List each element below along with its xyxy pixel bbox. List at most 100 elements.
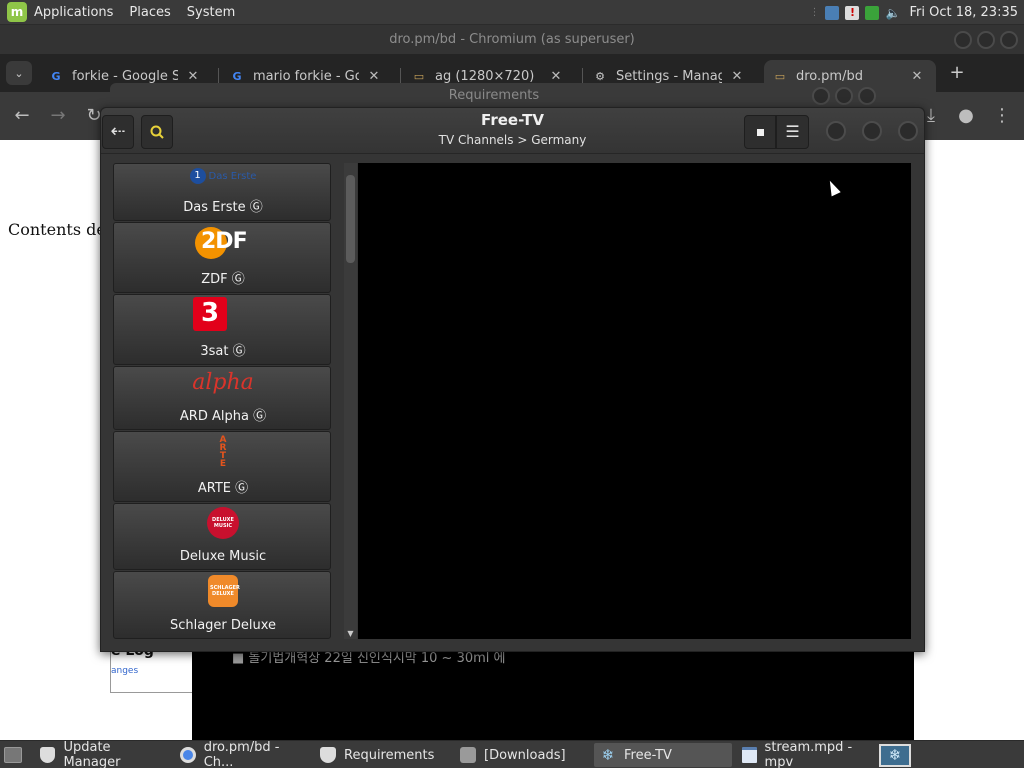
- taskbar-item-chromium[interactable]: dro.pm/bd - Ch...: [174, 740, 310, 768]
- tab-title: mario forkie - Goo: [253, 68, 359, 84]
- new-tab-button[interactable]: +: [948, 62, 966, 83]
- forward-arrow-icon[interactable]: →: [47, 105, 69, 127]
- volume-icon[interactable]: 🔈: [885, 6, 900, 20]
- minimize-button[interactable]: [826, 121, 846, 141]
- network-icon[interactable]: [825, 5, 840, 20]
- taskbar-item-label: dro.pm/bd - Ch...: [203, 740, 280, 768]
- bottom-taskbar: Update Manager dro.pm/bd - Ch... Require…: [0, 740, 1024, 768]
- deluxe-music-logo-text: DELUXE MUSIC: [212, 517, 234, 529]
- scroll-down-arrow-icon[interactable]: ▼: [345, 629, 356, 639]
- clock[interactable]: Fri Oct 18, 23:35: [909, 5, 1018, 20]
- channel-item-schlager-deluxe[interactable]: SCHLAGER DELUXE Schlager Deluxe: [113, 571, 331, 639]
- alert-icon[interactable]: !: [845, 5, 860, 20]
- stop-button[interactable]: [744, 115, 776, 149]
- channel-label: Deluxe Music: [179, 549, 267, 564]
- snowflake-icon: ❄: [888, 746, 902, 764]
- chromium-icon: [180, 747, 196, 763]
- channel-item-deluxe-music[interactable]: DELUXE MUSIC Deluxe Music: [113, 503, 331, 570]
- alpha-logo-text: alpha: [192, 370, 254, 395]
- menu-places[interactable]: Places: [129, 5, 170, 20]
- deluxe-music-logo: DELUXE MUSIC: [114, 507, 331, 539]
- window-icon: [742, 747, 757, 763]
- scrollbar-thumb[interactable]: [346, 175, 355, 263]
- channel-item-ard-alpha[interactable]: alpha ARD Alpha Ⓖ: [113, 366, 331, 430]
- update-shield-icon[interactable]: [865, 5, 880, 20]
- close-icon[interactable]: ✕: [367, 69, 381, 84]
- taskbar-item-label: Free-TV: [624, 747, 672, 763]
- taskbar-item-update-manager[interactable]: Update Manager: [34, 740, 168, 768]
- folder-icon: ▭: [413, 69, 425, 83]
- menu-applications[interactable]: Applications: [34, 5, 113, 20]
- arte-logo: ARTE: [114, 435, 331, 469]
- taskbar-item-downloads[interactable]: [Downloads]: [454, 743, 590, 767]
- system-tray: ⋮ ! 🔈 Fri Oct 18, 23:35: [809, 0, 1024, 25]
- requirements-title: Requirements: [448, 88, 540, 103]
- channel-list-scrollbar[interactable]: ▼: [344, 163, 357, 639]
- channel-item-das-erste[interactable]: 1 Das Erste Das Erste Ⓖ: [113, 163, 331, 221]
- zdf-logo: 2DF: [114, 226, 331, 260]
- minimize-button[interactable]: [812, 86, 830, 105]
- 3sat-logo: 3: [114, 297, 331, 333]
- das-erste-one-icon: 1: [189, 168, 206, 184]
- show-desktop-icon[interactable]: [4, 747, 22, 763]
- requirements-window-controls: [807, 81, 876, 110]
- taskbar-item-label: [Downloads]: [484, 747, 566, 763]
- tab-title: Settings - Manage: [616, 68, 722, 84]
- channel-item-3sat[interactable]: 3 3sat Ⓖ: [113, 294, 331, 365]
- hamburger-menu-button[interactable]: ☰: [776, 115, 809, 149]
- mint-menu-icon[interactable]: m: [7, 2, 27, 22]
- close-icon[interactable]: ✕: [549, 69, 563, 84]
- close-button[interactable]: [1000, 30, 1018, 49]
- channel-label: ARD Alpha Ⓖ: [179, 409, 267, 424]
- maximize-button[interactable]: [835, 86, 853, 105]
- top-panel: m Applications Places System ⋮ ! 🔈 Fri O…: [0, 0, 1024, 25]
- tray-separator-icon: ⋮: [809, 7, 820, 18]
- minimize-button[interactable]: [954, 30, 972, 49]
- close-button[interactable]: [858, 86, 876, 105]
- taskbar-item-mpv[interactable]: stream.mpd - mpv: [736, 740, 874, 768]
- freetv-header[interactable]: Free-TV TV Channels > Germany ⇠ ☰: [101, 108, 924, 154]
- zdf-logo-text: 2DF: [201, 229, 248, 254]
- freetv-window-controls: [826, 121, 934, 141]
- channel-label: Schlager Deluxe: [169, 618, 277, 633]
- freetv-window: Free-TV TV Channels > Germany ⇠ ☰ 1 Das …: [100, 107, 925, 652]
- channel-list: 1 Das Erste Das Erste Ⓖ 2DF ZDF Ⓖ 3 3sat…: [113, 163, 331, 639]
- google-icon: G: [232, 69, 242, 83]
- menu-system[interactable]: System: [187, 5, 235, 20]
- channel-item-zdf[interactable]: 2DF ZDF Ⓖ: [113, 222, 331, 293]
- taskbar-item-label: stream.mpd - mpv: [764, 740, 853, 768]
- back-button[interactable]: ⇠: [102, 115, 134, 149]
- workspace-switcher[interactable]: ❄: [879, 744, 911, 767]
- chromium-window-title: dro.pm/bd - Chromium (as superuser): [389, 32, 635, 47]
- video-player-area[interactable]: [358, 163, 911, 639]
- tab-title: forkie - Google Se: [72, 68, 178, 84]
- close-icon[interactable]: ✕: [730, 69, 744, 84]
- alpha-logo: alpha: [114, 370, 331, 395]
- taskbar-item-freetv[interactable]: ❄ Free-TV: [594, 743, 732, 767]
- back-arrow-icon: ⇠: [110, 121, 126, 142]
- back-arrow-icon[interactable]: ←: [11, 105, 33, 127]
- shield-icon: [40, 747, 56, 763]
- close-icon[interactable]: ✕: [186, 69, 200, 84]
- profile-icon[interactable]: ●: [955, 105, 977, 127]
- tab-title: ag (1280×720): [435, 68, 535, 84]
- chromium-titlebar[interactable]: dro.pm/bd - Chromium (as superuser): [0, 25, 1024, 54]
- mpv-video-window[interactable]: ■ 돌기법개혁상 22일 신인식시막 10 ~ 30ml 에: [192, 645, 914, 740]
- channel-label: Das Erste Ⓖ: [183, 200, 263, 215]
- maximize-button[interactable]: [977, 30, 995, 49]
- chromium-window-controls: [949, 25, 1018, 54]
- close-button[interactable]: [898, 121, 918, 141]
- tab-search-button[interactable]: ⌄: [6, 61, 32, 85]
- search-button[interactable]: [141, 115, 173, 149]
- kebab-menu-icon[interactable]: ⋮: [991, 105, 1013, 127]
- close-icon[interactable]: ✕: [910, 69, 924, 84]
- folder-icon: ▭: [774, 69, 786, 83]
- das-erste-logo: 1 Das Erste: [114, 168, 331, 184]
- schlager-deluxe-logo: SCHLAGER DELUXE: [114, 575, 331, 607]
- schlager-deluxe-logo-text: SCHLAGER DELUXE: [210, 585, 240, 597]
- page-box-link[interactable]: anges: [111, 666, 138, 676]
- channel-item-arte[interactable]: ARTE ARTE Ⓖ: [113, 431, 331, 502]
- maximize-button[interactable]: [862, 121, 882, 141]
- taskbar-item-requirements[interactable]: Requirements: [314, 743, 450, 767]
- arte-logo-text: ARTE: [219, 435, 227, 469]
